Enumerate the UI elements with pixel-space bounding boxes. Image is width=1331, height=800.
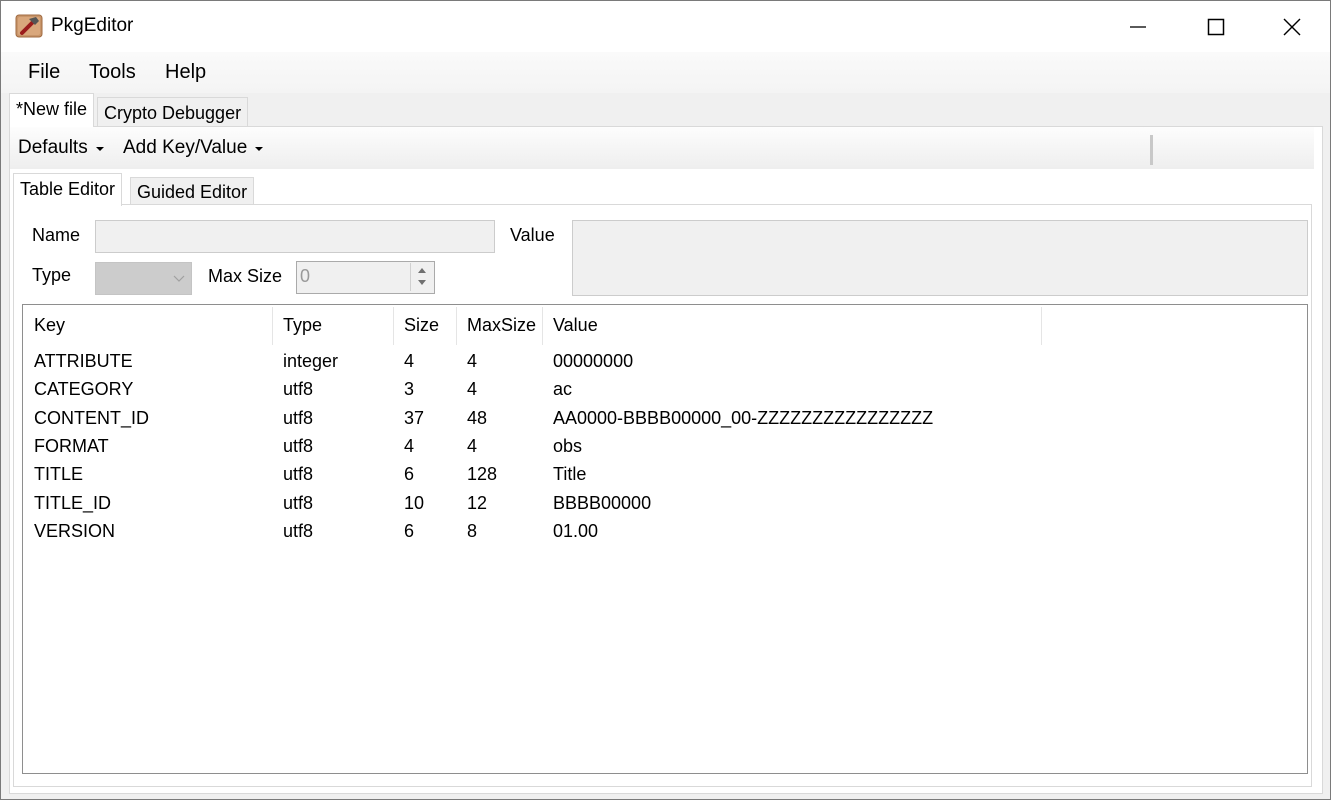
close-button[interactable] — [1255, 1, 1329, 52]
column-divider[interactable] — [456, 307, 457, 345]
cell-key: FORMAT — [34, 435, 109, 456]
max-size-label: Max Size — [208, 266, 283, 286]
table-row[interactable]: VERSION utf8 6 8 01.00 — [23, 517, 1307, 545]
defaults-dropdown-button[interactable]: Defaults — [18, 137, 104, 159]
arrow-up-icon[interactable] — [418, 268, 426, 273]
arrow-down-icon[interactable] — [418, 280, 426, 285]
table-header: Key Type Size MaxSize Value — [23, 305, 1307, 345]
cell-maxsize: 4 — [467, 351, 478, 371]
max-size-stepper[interactable]: 0 — [296, 261, 435, 294]
cell-size: 37 — [404, 407, 425, 428]
tab-guided-editor[interactable]: Guided Editor — [130, 177, 255, 206]
table-row[interactable]: TITLE utf8 6 128 Title — [23, 460, 1307, 488]
window-title: PkgEditor — [51, 15, 134, 36]
column-divider[interactable] — [1041, 307, 1042, 345]
cell-maxsize: 8 — [467, 520, 478, 541]
app-window: PkgEditor File Tools Help *New file Cryp… — [0, 0, 1331, 800]
menu-tools[interactable]: Tools — [87, 61, 138, 84]
column-size[interactable]: Size — [404, 315, 439, 336]
column-type[interactable]: Type — [283, 315, 322, 336]
minimize-icon — [1130, 25, 1146, 28]
tab-new-file[interactable]: *New file — [9, 93, 95, 127]
cell-maxsize: 4 — [467, 379, 478, 400]
cell-value: 01.00 — [553, 520, 599, 541]
cell-key: TITLE_ID — [34, 492, 112, 513]
cell-maxsize: 4 — [467, 435, 478, 456]
cell-size: 6 — [404, 464, 415, 485]
column-maxsize[interactable]: MaxSize — [467, 315, 536, 336]
cell-type: utf8 — [283, 464, 314, 485]
cell-type: integer — [283, 351, 339, 371]
tab-crypto-debugger[interactable]: Crypto Debugger — [97, 97, 249, 127]
close-icon — [1283, 18, 1301, 35]
cell-value: BBBB00000 — [553, 492, 652, 513]
cell-size: 3 — [404, 379, 415, 400]
document-tabs: *New file Crypto Debugger — [1, 93, 1330, 127]
cell-type: utf8 — [283, 407, 314, 428]
key-value-table[interactable]: Key Type Size MaxSize Value ATTRIBUTE int… — [22, 304, 1308, 774]
column-divider[interactable] — [542, 307, 543, 345]
cell-key: CATEGORY — [34, 379, 134, 400]
cell-value: obs — [553, 435, 583, 456]
table-row[interactable]: TITLE_ID utf8 10 12 BBBB00000 — [23, 489, 1307, 517]
type-label: Type — [32, 265, 72, 285]
toolbar-grip — [1150, 135, 1153, 165]
table-row[interactable]: CONTENT_ID utf8 37 48 AA0000-BBBB00000_00-ZZ… — [23, 404, 1307, 432]
table-row[interactable]: FORMAT utf8 4 4 obs — [23, 432, 1307, 460]
cell-key: TITLE — [34, 464, 84, 485]
table-row[interactable]: ATTRIBUTE integer 4 4 00000000 — [23, 347, 1307, 375]
value-input[interactable] — [572, 220, 1308, 296]
minimize-button[interactable] — [1101, 1, 1175, 52]
cell-size: 4 — [404, 351, 415, 371]
cell-key: ATTRIBUTE — [34, 351, 133, 371]
document-panel: Defaults Add Key/Value Table Editor Guid… — [9, 126, 1323, 794]
cell-key: CONTENT_ID — [34, 407, 150, 428]
maximize-icon — [1207, 18, 1225, 35]
add-key-value-dropdown-button[interactable]: Add Key/Value — [123, 137, 264, 159]
tab-table-editor[interactable]: Table Editor — [13, 173, 123, 206]
cell-type: utf8 — [283, 379, 314, 400]
cell-type: utf8 — [283, 435, 314, 456]
caret-down-icon — [95, 147, 104, 151]
maximize-button[interactable] — [1179, 1, 1253, 52]
chevron-down-icon — [173, 275, 185, 282]
cell-size: 4 — [404, 435, 415, 456]
column-key[interactable]: Key — [34, 315, 65, 336]
menu-file[interactable]: File — [26, 61, 62, 84]
menu-bar: File Tools Help — [1, 52, 1330, 93]
cell-maxsize: 48 — [467, 407, 488, 428]
cell-value: Title — [553, 464, 587, 485]
cell-key: VERSION — [34, 520, 116, 541]
cell-maxsize: 12 — [467, 492, 488, 513]
title-bar: PkgEditor — [1, 1, 1330, 52]
table-row[interactable]: CATEGORY utf8 3 4 ac — [23, 375, 1307, 403]
value-label: Value — [510, 225, 555, 245]
cell-value: ac — [553, 379, 573, 400]
menu-help[interactable]: Help — [163, 61, 208, 84]
column-divider[interactable] — [393, 307, 394, 345]
add-key-value-label: Add Key/Value — [123, 137, 248, 158]
cell-maxsize: 128 — [467, 464, 498, 485]
max-size-value: 0 — [300, 266, 311, 286]
cell-value: AA0000-BBBB00000_00-ZZZZZZZZZZZZZZZZ — [553, 407, 934, 428]
cell-size: 10 — [404, 492, 425, 513]
table-editor-panel: Name Value Type Max Size 0 Key Type Size… — [13, 204, 1312, 787]
toolbar: Defaults Add Key/Value — [10, 127, 1314, 169]
column-value[interactable]: Value — [553, 315, 598, 336]
cell-type: utf8 — [283, 520, 314, 541]
stepper-buttons — [410, 263, 433, 291]
name-input[interactable] — [95, 220, 495, 253]
type-select[interactable] — [95, 262, 192, 295]
editor-tabs: Table Editor Guided Editor — [10, 169, 1322, 206]
caret-down-icon — [255, 147, 264, 151]
name-label: Name — [32, 225, 81, 245]
cell-type: utf8 — [283, 492, 314, 513]
cell-value: 00000000 — [553, 351, 634, 371]
hammer-package-icon — [15, 13, 43, 39]
column-divider[interactable] — [272, 307, 273, 345]
defaults-label: Defaults — [18, 137, 88, 158]
cell-size: 6 — [404, 520, 415, 541]
